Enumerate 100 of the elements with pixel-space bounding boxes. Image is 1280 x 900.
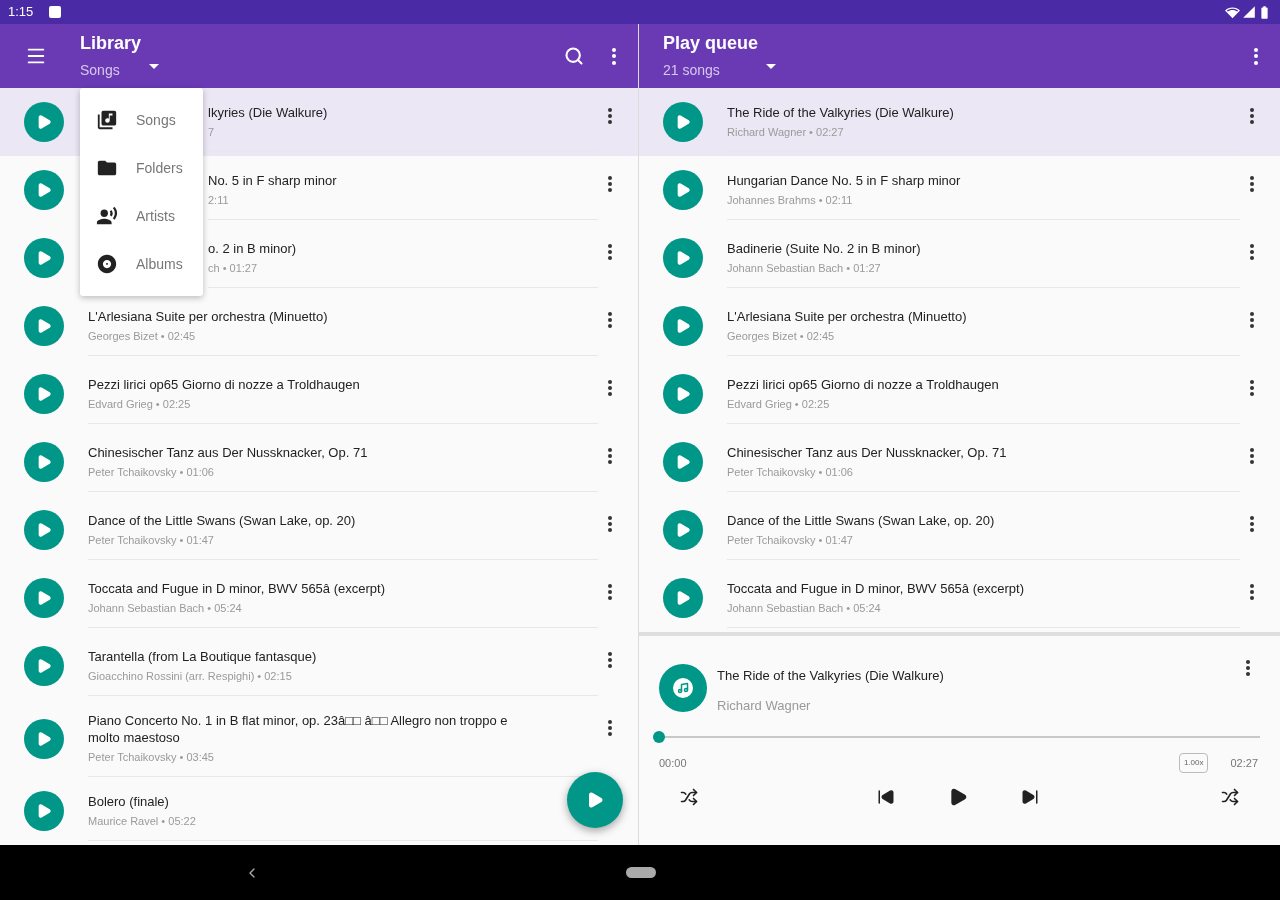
more-icon: [608, 108, 612, 124]
more-icon: [1250, 176, 1254, 192]
more-icon: [1250, 108, 1254, 124]
track-artist: Richard Wagner: [717, 696, 812, 715]
skip-back-icon: [876, 788, 895, 806]
more-icon: [1250, 448, 1254, 464]
play-icon: [675, 114, 691, 130]
play-icon: [675, 590, 691, 606]
more-icon: [1250, 244, 1254, 260]
play-icon: [36, 114, 52, 130]
dropdown-caret-icon: [149, 63, 160, 69]
track-title: The Ride of the Valkyries (Die Walkure): [717, 667, 945, 685]
song-title: Chinesischer Tanz aus Der Nussknacker, Op. 71: [727, 444, 1007, 461]
view-dropdown[interactable]: Play queue 21 songs: [663, 32, 777, 80]
song-title: Hungarian Dance No. 5 in F sharp minor: [727, 172, 961, 189]
home-button[interactable]: [626, 867, 656, 878]
more-icon: [608, 720, 612, 736]
clock: 1:15: [8, 3, 34, 22]
song-subtitle: Peter Tchaikovsky • 01:47: [727, 534, 853, 547]
play-icon: [36, 454, 52, 470]
song-title: Pezzi lirici op65 Giorno di nozze a Troldhaugen: [727, 376, 999, 393]
song-title: Pezzi lirici op65 Giorno di nozze a Troldhaugen: [88, 376, 360, 393]
song-subtitle: Richard Wagner • 02:27: [727, 126, 844, 139]
song-title: lkyries (Die Walkure): [208, 104, 328, 121]
skip-forward-icon: [1020, 788, 1039, 806]
song-subtitle: Edvard Grieg • 02:25: [88, 398, 191, 411]
menu-item[interactable]: Albums: [80, 240, 203, 288]
play-icon: [36, 182, 52, 198]
play-icon: [36, 250, 52, 266]
more-icon: [608, 448, 612, 464]
dropdown-caret-icon: [766, 63, 777, 69]
song-subtitle: Johann Sebastian Bach • 05:24: [727, 602, 881, 615]
more-icon: [608, 380, 612, 396]
play-icon: [675, 454, 691, 470]
song-subtitle: Johannes Brahms • 02:11: [727, 194, 853, 207]
song-subtitle: Peter Tchaikovsky • 03:45: [88, 751, 214, 764]
song-title: Dance of the Little Swans (Swan Lake, op. 20): [88, 512, 356, 529]
song-subtitle: 2:11: [208, 194, 229, 207]
song-title: Badinerie (Suite No. 2 in B minor): [727, 240, 921, 257]
more-icon: [608, 312, 612, 328]
music-library-icon: [96, 109, 118, 131]
song-subtitle: Peter Tchaikovsky • 01:06: [727, 466, 853, 479]
song-title: Piano Concerto No. 1 in B flat minor, op. 23â□□ â□□ Allegro non troppo e molto maestoso: [88, 712, 509, 746]
song-title: Dance of the Little Swans (Swan Lake, op. 20): [727, 512, 995, 529]
more-icon: [608, 516, 612, 532]
elapsed-time: 00:00: [659, 755, 687, 771]
song-title: Tarantella (from La Boutique fantasque): [88, 648, 317, 665]
song-title: No. 5 in F sharp minor: [208, 172, 337, 189]
more-icon: [1250, 584, 1254, 600]
play-icon: [675, 182, 691, 198]
music-note-icon: [677, 682, 689, 694]
song-subtitle: Edvard Grieg • 02:25: [727, 398, 830, 411]
menu-item[interactable]: Songs: [80, 96, 203, 144]
song-subtitle: Johann Sebastian Bach • 01:27: [727, 262, 881, 275]
notification-icon: [49, 6, 62, 18]
duration-time: 02:27: [1230, 755, 1258, 771]
signal-icon: [1242, 5, 1256, 19]
more-icon: [1250, 516, 1254, 532]
shuffle-icon: [680, 788, 698, 806]
song-subtitle: Georges Bizet • 02:45: [88, 330, 196, 343]
search-icon: [564, 46, 584, 66]
play-icon: [675, 250, 691, 266]
more-icon: [1250, 380, 1254, 396]
play-icon: [36, 522, 52, 538]
song-subtitle: Peter Tchaikovsky • 01:06: [88, 466, 214, 479]
more-icon: [608, 176, 612, 192]
play-icon: [586, 791, 604, 809]
song-subtitle: Georges Bizet • 02:45: [727, 330, 835, 343]
more-icon: [1254, 47, 1258, 65]
song-subtitle: Maurice Ravel • 05:22: [88, 815, 196, 828]
more-icon: [608, 584, 612, 600]
seek-thumb[interactable]: [653, 731, 665, 743]
play-icon: [675, 522, 691, 538]
shuffle-icon: [1221, 788, 1239, 806]
song-title: Chinesischer Tanz aus Der Nussknacker, Op. 71: [88, 444, 368, 461]
song-row[interactable]: The Ride of the Valkyries (Die Walkure) Richard Wagner • 02:27: [639, 88, 1280, 156]
song-subtitle: 7: [208, 126, 215, 139]
play-icon: [675, 386, 691, 402]
song-title: The Ride of the Valkyries (Die Walkure): [727, 104, 954, 121]
song-title: Toccata and Fugue in D minor, BWV 565â (excerpt): [727, 580, 1024, 597]
play-icon: [36, 730, 52, 747]
song-title: Bolero (finale): [88, 793, 169, 810]
more-icon: [612, 47, 616, 65]
song-title: o. 2 in B minor): [208, 240, 297, 257]
song-subtitle: Gioacchino Rossini (arr. Respighi) • 02:15: [88, 670, 292, 683]
play-icon: [36, 803, 52, 819]
person-icon: [96, 205, 118, 227]
play-icon: [36, 590, 52, 606]
more-icon: [608, 652, 612, 668]
play-icon: [36, 658, 52, 674]
song-subtitle: Peter Tchaikovsky • 01:47: [88, 534, 214, 547]
song-subtitle: ch • 01:27: [208, 262, 258, 275]
more-icon: [608, 244, 612, 260]
view-dropdown[interactable]: Library Songs: [80, 32, 160, 80]
song-title: Toccata and Fugue in D minor, BWV 565â (excerpt): [88, 580, 385, 597]
speed-button[interactable]: 1.00x: [1178, 753, 1209, 773]
play-icon: [36, 386, 52, 402]
song-title: L'Arlesiana Suite per orchestra (Minuetto): [727, 308, 967, 325]
more-icon: [1250, 312, 1254, 328]
more-icon: [1246, 660, 1250, 676]
